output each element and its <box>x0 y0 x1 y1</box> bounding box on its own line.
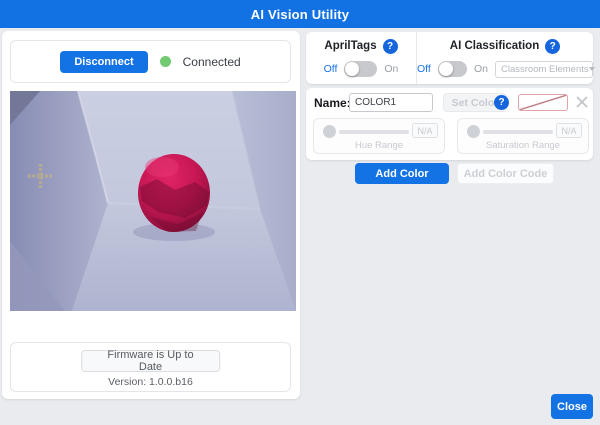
camera-scene <box>10 91 296 311</box>
title-bar: AI Vision Utility <box>0 0 600 28</box>
color-name-input[interactable] <box>349 93 433 112</box>
apriltags-help-icon[interactable]: ? <box>383 39 398 54</box>
classification-model-value: Classroom Elements <box>501 64 589 75</box>
name-label: Name: <box>314 96 351 110</box>
toggle-knob <box>439 62 453 76</box>
apriltags-toggle[interactable] <box>344 61 377 77</box>
firmware-box: Firmware is Up to Date Version: 1.0.0.b1… <box>10 342 291 392</box>
connected-status-icon <box>160 56 171 67</box>
hue-slider-handle[interactable] <box>323 125 336 138</box>
saturation-range-slider-box: N/A Saturation Range <box>457 118 589 154</box>
firmware-status-button[interactable]: Firmware is Up to Date <box>81 350 221 372</box>
ai-classification-off-label: Off <box>417 63 431 75</box>
remove-color-icon[interactable] <box>574 94 590 110</box>
camera-feed[interactable] <box>10 91 296 311</box>
apriltags-off-label: Off <box>324 63 338 75</box>
close-button[interactable]: Close <box>551 394 593 419</box>
hue-value-badge: N/A <box>412 123 438 138</box>
no-color-slash-icon <box>519 95 567 110</box>
saturation-slider-track[interactable] <box>483 130 553 134</box>
classification-model-select[interactable]: Classroom Elements <box>495 61 593 78</box>
apriltags-section: AprilTags ? Off On <box>306 32 417 84</box>
saturation-slider-handle[interactable] <box>467 125 480 138</box>
add-color-button[interactable]: Add Color <box>355 163 449 184</box>
ai-classification-section: AI Classification ? Off On Classroom Ele… <box>417 32 593 84</box>
hue-slider-track[interactable] <box>339 130 409 134</box>
saturation-value-badge: N/A <box>556 123 582 138</box>
color-help-icon[interactable]: ? <box>494 95 509 110</box>
disconnect-button[interactable]: Disconnect <box>60 51 147 73</box>
apriltags-title: AprilTags <box>324 40 376 52</box>
connection-status-label: Connected <box>183 55 241 69</box>
ai-classification-on-label: On <box>474 63 488 75</box>
add-color-code-button[interactable]: Add Color Code <box>457 163 554 184</box>
ai-classification-toggle[interactable] <box>438 61 467 77</box>
color-swatch[interactable] <box>518 94 568 111</box>
hue-range-label: Hue Range <box>314 140 444 151</box>
color-editor-panel: Name: Set Color ? N/A Hue Range N/A Sa <box>306 88 593 160</box>
detection-toggles-panel: AprilTags ? Off On AI Classification ? O… <box>306 32 593 84</box>
firmware-version-label: Version: 1.0.0.b16 <box>11 376 290 388</box>
color-name-row: Name: Set Color ? <box>306 93 593 113</box>
chevron-down-icon <box>589 67 595 71</box>
window-title: AI Vision Utility <box>251 7 350 22</box>
red-ball-object <box>138 154 210 232</box>
toggle-knob <box>345 62 359 76</box>
camera-panel: Disconnect Connected <box>2 31 300 399</box>
connection-box: Disconnect Connected <box>10 40 291 83</box>
saturation-range-label: Saturation Range <box>458 140 588 151</box>
ai-classification-help-icon[interactable]: ? <box>545 39 560 54</box>
ai-classification-title: AI Classification <box>450 40 539 52</box>
hue-range-slider-box: N/A Hue Range <box>313 118 445 154</box>
apriltags-on-label: On <box>384 63 398 75</box>
